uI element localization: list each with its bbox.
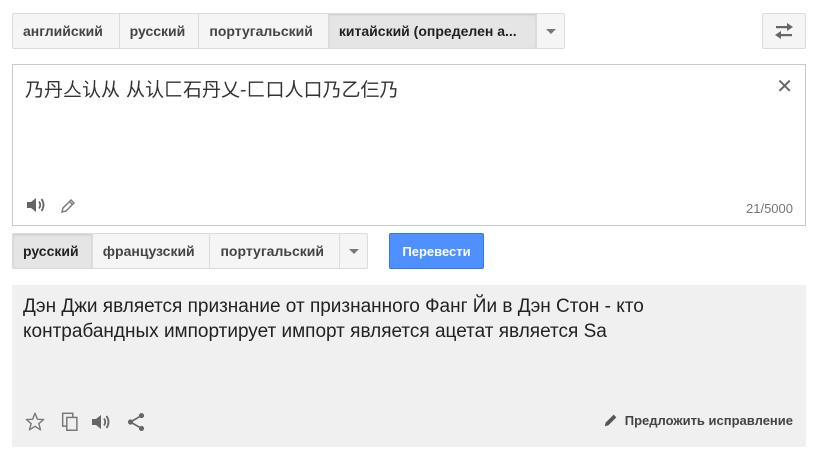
source-lang-dropdown[interactable] bbox=[537, 14, 564, 48]
source-text-area[interactable]: 乃丹亼认从 从认匚石丹乂-匚口人口乃乙仨乃 ✕ 21/5000 bbox=[12, 64, 806, 226]
target-language-bar: русский французский португальский bbox=[12, 233, 368, 269]
target-lang-portuguese[interactable]: португальский bbox=[210, 234, 341, 268]
suggest-edit-label: Предложить исправление bbox=[624, 412, 793, 428]
handwriting-pencil-icon[interactable] bbox=[59, 197, 77, 220]
clear-icon[interactable]: ✕ bbox=[776, 74, 793, 99]
translation-result: Дэн Джи является признание от признанног… bbox=[12, 285, 806, 447]
target-lang-french[interactable]: французский bbox=[93, 234, 211, 268]
source-language-bar: английский русский португальский китайск… bbox=[12, 13, 565, 49]
character-count: 21/5000 bbox=[746, 201, 793, 216]
source-lang-chinese-detected[interactable]: китайский (определен а... bbox=[328, 14, 538, 48]
chevron-down-icon bbox=[348, 248, 359, 254]
suggest-edit-link[interactable]: Предложить исправление bbox=[603, 412, 793, 428]
copy-icon[interactable] bbox=[59, 411, 81, 438]
share-icon[interactable] bbox=[125, 411, 147, 438]
swap-languages-button[interactable] bbox=[762, 13, 806, 49]
swap-icon bbox=[775, 23, 793, 39]
translate-button[interactable]: Перевести bbox=[389, 233, 484, 269]
target-lang-russian[interactable]: русский bbox=[13, 234, 93, 268]
source-lang-english[interactable]: английский bbox=[13, 14, 120, 48]
chevron-down-icon bbox=[545, 28, 556, 34]
source-lang-russian[interactable]: русский bbox=[120, 14, 200, 48]
target-lang-dropdown[interactable] bbox=[340, 234, 367, 268]
source-text[interactable]: 乃丹亼认从 从认匚石丹乂-匚口人口乃乙仨乃 bbox=[25, 75, 398, 102]
star-icon[interactable] bbox=[24, 411, 46, 438]
speaker-icon[interactable] bbox=[90, 411, 112, 438]
source-lang-portuguese[interactable]: португальский bbox=[199, 14, 329, 48]
speaker-icon[interactable] bbox=[25, 195, 47, 220]
translation-text: Дэн Джи является признание от признанног… bbox=[23, 296, 644, 342]
pencil-icon bbox=[604, 414, 617, 427]
